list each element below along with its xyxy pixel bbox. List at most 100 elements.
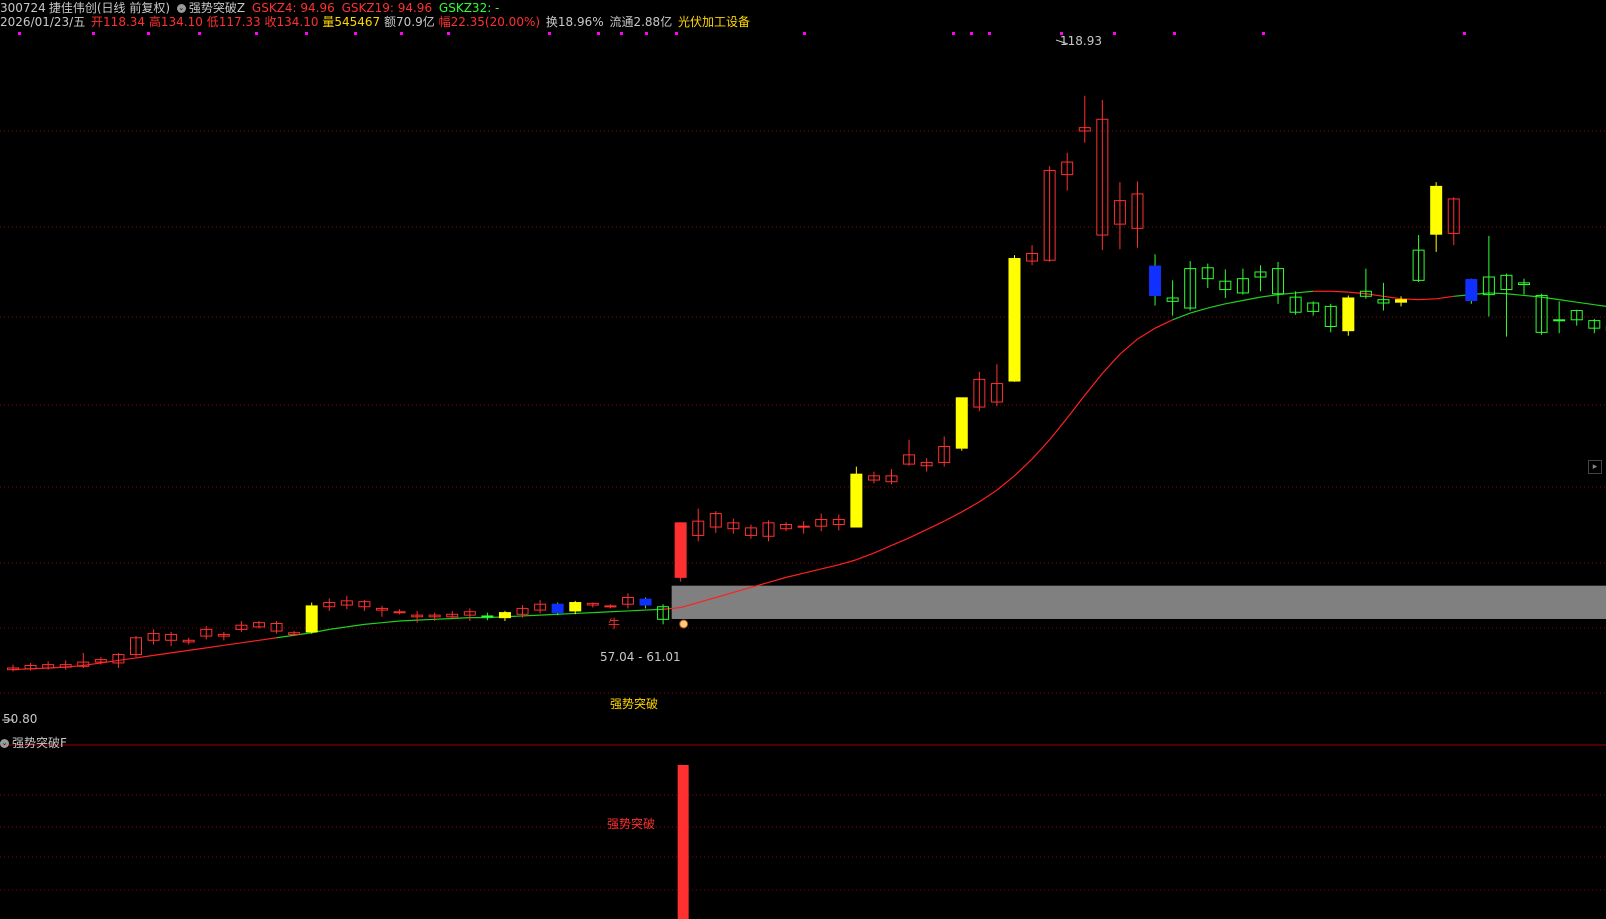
candle-body	[1342, 297, 1355, 332]
ma-line-segment	[838, 559, 857, 566]
ma-line-segment	[364, 622, 383, 625]
candle-body	[305, 605, 318, 633]
ma-line-segment	[873, 544, 892, 554]
candlestick-chart[interactable]	[0, 0, 1606, 919]
ma-line-segment	[891, 537, 910, 547]
marker-dot	[18, 32, 21, 35]
ma-line-segment	[188, 647, 207, 651]
ma-line-segment	[1541, 296, 1560, 301]
ma-line-segment	[1295, 290, 1314, 294]
ma-line-segment	[1172, 312, 1191, 321]
strong-breakout-label: 强势突破	[610, 697, 659, 711]
ma-line-segment	[206, 644, 224, 649]
ma-line-segment	[1031, 439, 1051, 460]
candle-body	[1430, 185, 1443, 235]
marker-dot	[803, 32, 806, 35]
ma-line-segment	[1119, 338, 1138, 355]
ma-line-segment	[908, 529, 927, 539]
ma-line-segment	[276, 634, 295, 639]
ma-line-segment	[1594, 304, 1606, 307]
ma-line-segment	[557, 612, 576, 615]
marker-dot	[952, 32, 955, 35]
marker-dot	[597, 32, 600, 35]
ma-line-segment	[610, 610, 628, 613]
candle-body	[551, 603, 564, 614]
candle-body	[481, 615, 494, 618]
marker-dot	[447, 32, 450, 35]
ma-line-segment	[1137, 327, 1156, 340]
candle-body	[498, 612, 511, 619]
ma-line-segment	[768, 576, 787, 583]
candle-body	[1149, 265, 1162, 296]
ma-line-segment	[961, 501, 980, 513]
ma-line-segment	[803, 568, 822, 574]
ma-line-segment	[1260, 294, 1279, 298]
bull-signal-label: 牛	[608, 617, 621, 631]
ma-line-segment	[1225, 299, 1244, 305]
ma-line-segment	[522, 614, 541, 617]
ma-line-segment	[135, 654, 154, 659]
marker-dot	[620, 32, 623, 35]
ma-line-segment	[346, 623, 365, 628]
marker-dot	[198, 32, 201, 35]
hand-icon	[679, 619, 689, 629]
arrow-right-icon[interactable]: ▸	[1588, 460, 1602, 474]
candle-body	[1465, 279, 1478, 301]
marker-dot	[988, 32, 991, 35]
ma-line-segment	[996, 475, 1015, 491]
ma-line-segment	[241, 639, 260, 644]
ma-line-segment	[83, 662, 101, 667]
subpanel-header: ⌄ 强势突破F	[0, 735, 70, 751]
ma-line-segment	[856, 552, 875, 561]
ma-line-segment	[1348, 291, 1366, 295]
marker-dot	[305, 32, 308, 35]
marker-dot	[1173, 32, 1176, 35]
ma-line-segment	[258, 637, 277, 641]
low-price-marker: 50.80	[3, 712, 38, 726]
support-zone	[671, 585, 1606, 619]
chevron-down-icon[interactable]: ⌄	[0, 739, 9, 748]
ma-line-segment	[1190, 307, 1208, 314]
ma-line-segment	[399, 619, 418, 622]
ma-line-segment	[979, 489, 998, 503]
ma-line-segment	[1506, 293, 1525, 297]
ma-line-segment	[1436, 295, 1454, 300]
candle-body	[393, 611, 406, 614]
marker-dot	[1262, 32, 1265, 35]
candle-body	[850, 473, 863, 528]
ma-line-segment	[381, 620, 400, 624]
subpanel-title[interactable]: 强势突破F	[12, 736, 67, 750]
ma-line-segment	[821, 564, 839, 570]
ma-line-segment	[1418, 298, 1437, 301]
ma-line-segment	[1559, 299, 1577, 303]
ma-line-segment	[1084, 373, 1103, 396]
marker-dot	[645, 32, 648, 35]
candle-body	[955, 397, 968, 449]
ma-line-segment	[575, 612, 593, 615]
ma-line-segment	[1101, 353, 1121, 374]
ma-line-segment	[1242, 296, 1261, 302]
marker-dot	[354, 32, 357, 35]
candle-body	[674, 522, 687, 578]
marker-dot	[548, 32, 551, 35]
marker-dot	[147, 32, 150, 35]
ma-line-segment	[592, 611, 611, 614]
marker-dot	[1113, 32, 1116, 35]
ma-line-segment	[1488, 292, 1507, 295]
marker-dot	[255, 32, 258, 35]
candle-body	[604, 605, 617, 608]
ma-line-segment	[1330, 290, 1349, 293]
ma-line-segment	[1014, 458, 1033, 477]
marker-dot	[675, 32, 678, 35]
zone-range-label: 57.04 - 61.01	[600, 650, 681, 664]
marker-dot	[1463, 32, 1466, 35]
candle-body	[569, 602, 582, 612]
marker-dot	[970, 32, 973, 35]
subpanel-signal-label: 强势突破	[607, 817, 656, 831]
candle-body	[1395, 299, 1408, 303]
candle-body	[797, 525, 810, 528]
candle-body	[639, 598, 652, 606]
ma-line-segment	[434, 617, 453, 620]
ma-line-segment	[540, 613, 558, 616]
ma-line-segment	[627, 609, 646, 612]
